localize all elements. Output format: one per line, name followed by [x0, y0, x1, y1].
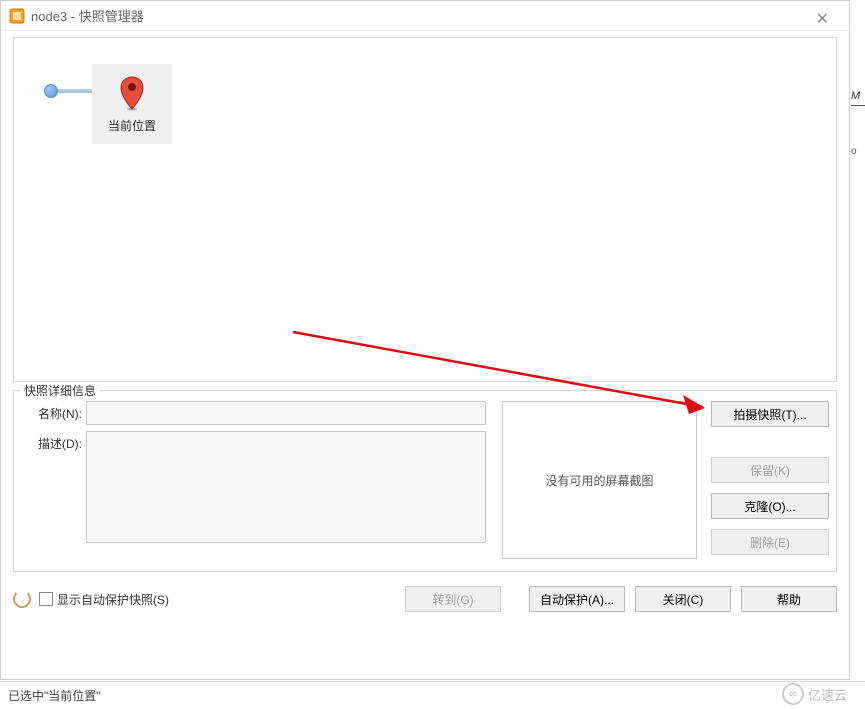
- snapshot-details-group: 快照详细信息 名称(N): 描述(D): 没有可用的屏幕截图: [13, 390, 837, 572]
- delete-button[interactable]: 删除(E): [711, 529, 829, 555]
- autoprotect-button[interactable]: 自动保护(A)...: [529, 586, 625, 612]
- current-node-label: 当前位置: [108, 117, 156, 134]
- timeline-start-icon: [44, 84, 58, 98]
- status-text: 已选中"当前位置": [8, 687, 101, 704]
- watermark: ∞ 亿速云: [782, 683, 847, 705]
- clone-button[interactable]: 克隆(O)...: [711, 493, 829, 519]
- checkbox-icon: [39, 592, 53, 606]
- app-icon: [9, 8, 25, 24]
- background-window-sliver: M o: [851, 90, 865, 180]
- status-bar: 已选中"当前位置" ∞ 亿速云: [0, 681, 865, 709]
- bottom-toolbar: 显示自动保护快照(S) 转到(G) 自动保护(A)... 关闭(C) 帮助: [13, 586, 837, 612]
- watermark-icon: ∞: [782, 683, 804, 705]
- keep-button[interactable]: 保留(K): [711, 457, 829, 483]
- snapshot-manager-window: node3 - 快照管理器 ✕ 当前位置 快照详细信息 名称(N):: [0, 0, 850, 680]
- take-snapshot-button[interactable]: 拍摄快照(T)...: [711, 401, 829, 427]
- show-autoprotect-checkbox[interactable]: 显示自动保护快照(S): [39, 591, 397, 608]
- titlebar: node3 - 快照管理器 ✕: [1, 1, 849, 31]
- thumbnail-placeholder-text: 没有可用的屏幕截图: [545, 472, 653, 489]
- sliver-text: M: [851, 90, 865, 106]
- screenshot-thumbnail: 没有可用的屏幕截图: [502, 401, 697, 559]
- goto-button[interactable]: 转到(G): [405, 586, 501, 612]
- help-button[interactable]: 帮助: [741, 586, 837, 612]
- details-legend: 快照详细信息: [20, 382, 100, 399]
- snapshot-tree[interactable]: 当前位置: [13, 37, 837, 382]
- description-field[interactable]: [86, 431, 486, 543]
- watermark-text: 亿速云: [808, 685, 847, 704]
- refresh-icon[interactable]: [13, 590, 31, 608]
- close-icon[interactable]: ✕: [808, 7, 837, 31]
- close-button[interactable]: 关闭(C): [635, 586, 731, 612]
- description-label: 描述(D):: [26, 431, 86, 452]
- name-field[interactable]: [86, 401, 486, 425]
- current-position-node[interactable]: 当前位置: [92, 64, 172, 144]
- window-title: node3 - 快照管理器: [31, 6, 144, 25]
- details-form: 名称(N): 描述(D):: [26, 401, 486, 559]
- map-pin-icon: [118, 75, 146, 111]
- action-buttons: 拍摄快照(T)... 保留(K) 克隆(O)... 删除(E): [711, 401, 829, 559]
- name-label: 名称(N):: [26, 401, 86, 422]
- checkbox-label: 显示自动保护快照(S): [57, 591, 169, 608]
